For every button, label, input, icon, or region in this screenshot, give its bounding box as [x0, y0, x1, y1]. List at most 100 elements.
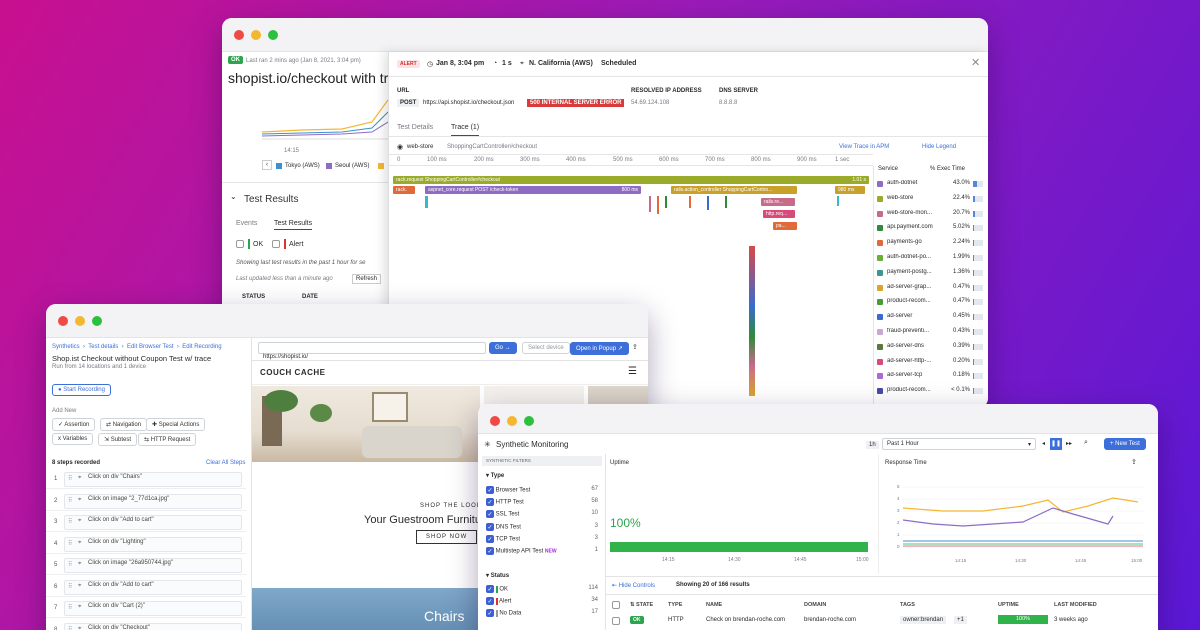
- alert-filter-checkbox[interactable]: [272, 240, 280, 248]
- span-rails[interactable]: rails.action_controller ShoppingCartCont…: [671, 186, 797, 194]
- span-rails-render[interactable]: rails.re...: [761, 198, 795, 206]
- type-filter[interactable]: TCP Test 3: [486, 534, 598, 547]
- filter-checkbox[interactable]: [486, 522, 494, 531]
- export-icon[interactable]: ⇪: [1131, 458, 1137, 466]
- hero-image[interactable]: [252, 386, 480, 462]
- tab-test-details[interactable]: Test Details: [397, 124, 433, 131]
- recorded-step[interactable]: 5 ⠿ ⌖ Click on image "26a950744.jpg": [46, 556, 246, 575]
- row-name[interactable]: Check on brendan-roche.com: [706, 617, 785, 623]
- breadcrumb-item[interactable]: Test details: [88, 344, 118, 350]
- filter-checkbox[interactable]: [486, 547, 494, 555]
- type-filter[interactable]: DNS Test 3: [486, 522, 598, 535]
- drag-handle-icon[interactable]: ⠿: [68, 583, 72, 590]
- maximize-window-icon[interactable]: [268, 30, 278, 40]
- maximize-window-icon[interactable]: [524, 416, 534, 426]
- service-row[interactable]: web-store 22.4%: [874, 193, 986, 207]
- service-row[interactable]: auth-dotnet 43.0%: [874, 178, 986, 192]
- minimize-window-icon[interactable]: [75, 316, 85, 326]
- status-filter[interactable]: OK 114: [486, 585, 598, 597]
- span-stack[interactable]: [749, 246, 755, 396]
- step-forward-icon[interactable]: ▸▸: [1066, 440, 1072, 447]
- close-window-icon[interactable]: [490, 416, 500, 426]
- hide-legend-link[interactable]: Hide Legend: [922, 144, 956, 150]
- span-small[interactable]: [425, 196, 428, 208]
- service-row[interactable]: ad-server-grap... 0.47%: [874, 282, 986, 296]
- drag-handle-icon[interactable]: ⠿: [68, 604, 72, 611]
- recorded-step[interactable]: 4 ⠿ ⌖ Click on div "Lighting": [46, 535, 246, 554]
- col-sort-icon[interactable]: ⇅: [630, 602, 635, 608]
- recorded-step[interactable]: 3 ⠿ ⌖ Click on div "Add to cart": [46, 513, 246, 532]
- close-window-icon[interactable]: [234, 30, 244, 40]
- ok-filter-checkbox[interactable]: [236, 240, 244, 248]
- drag-handle-icon[interactable]: ⠿: [68, 497, 72, 504]
- tab-events[interactable]: Events: [236, 220, 257, 227]
- drag-handle-icon[interactable]: ⠿: [68, 561, 72, 568]
- variables-button[interactable]: x Variables: [52, 433, 94, 445]
- uptime-bar[interactable]: [610, 542, 868, 552]
- span-small[interactable]: [665, 196, 667, 208]
- shop-now-button[interactable]: SHOP NOW: [416, 530, 478, 544]
- minimize-window-icon[interactable]: [251, 30, 261, 40]
- service-row[interactable]: product-recom... < 0.1%: [874, 385, 986, 399]
- view-trace-link[interactable]: View Trace in APM: [839, 144, 889, 150]
- recorded-step[interactable]: 8 ⠿ ⌖ Click on div "Checkout": [46, 621, 246, 630]
- row-tag[interactable]: owner:brendan: [900, 616, 947, 624]
- breadcrumb-item[interactable]: Edit Browser Test: [127, 344, 174, 350]
- time-short[interactable]: 1h: [866, 441, 879, 449]
- navigation-button[interactable]: ⇄ Navigation: [100, 418, 148, 431]
- type-header[interactable]: ▾ Type: [486, 472, 504, 479]
- type-filter[interactable]: Multistep API Test NEW 1: [486, 547, 598, 559]
- span-small[interactable]: [689, 196, 691, 208]
- service-row[interactable]: ad-server-http-... 0.20%: [874, 356, 986, 370]
- service-row[interactable]: product-recom... 0.47%: [874, 296, 986, 310]
- filter-checkbox[interactable]: [486, 585, 494, 593]
- select-all-checkbox[interactable]: [612, 601, 620, 609]
- time-range-select[interactable]: Past 1 Hour ▾: [882, 438, 1036, 450]
- breadcrumb-item[interactable]: Edit Recording: [182, 344, 221, 350]
- status-header[interactable]: ▾ Status: [486, 572, 509, 579]
- drag-handle-icon[interactable]: ⠿: [68, 475, 72, 482]
- service-row[interactable]: api.payment.com 5.02%: [874, 222, 986, 236]
- span-small[interactable]: [649, 196, 651, 212]
- clear-all-link[interactable]: Clear All Steps: [206, 460, 245, 466]
- span-small[interactable]: [837, 196, 839, 206]
- tab-test-results[interactable]: Test Results: [274, 220, 313, 230]
- span-rack[interactable]: rack.: [393, 186, 415, 194]
- recorded-step[interactable]: 1 ⠿ ⌖ Click on div "Chairs": [46, 470, 246, 489]
- row-checkbox[interactable]: [612, 617, 620, 625]
- hide-controls-link[interactable]: ⇤ Hide Controls: [612, 582, 655, 589]
- type-filter[interactable]: HTTP Test 58: [486, 498, 598, 510]
- drag-handle-icon[interactable]: ⠿: [68, 518, 72, 525]
- col-tags[interactable]: TAGS: [900, 602, 915, 608]
- filter-checkbox[interactable]: [486, 609, 494, 618]
- new-test-button[interactable]: + New Test: [1104, 438, 1146, 450]
- step-back-icon[interactable]: ◂: [1042, 440, 1045, 447]
- service-header[interactable]: Service: [878, 166, 898, 172]
- brand-logo[interactable]: COUCH CACHE: [260, 368, 326, 377]
- span-small[interactable]: [657, 196, 659, 214]
- legend-seoul[interactable]: Seoul (AWS): [335, 163, 369, 169]
- col-state[interactable]: STATE: [636, 602, 653, 608]
- pause-icon[interactable]: ❚❚: [1050, 438, 1062, 450]
- type-filter[interactable]: Browser Test 67: [486, 486, 598, 498]
- service-row[interactable]: payment-postg... 1.36%: [874, 267, 986, 281]
- special-actions-button[interactable]: ✚ Special Actions: [146, 418, 206, 431]
- subtest-button[interactable]: ⇲ Subtest: [98, 433, 138, 446]
- chevron-left-icon[interactable]: ‹: [262, 160, 272, 170]
- http-request-button[interactable]: ⇆ HTTP Request: [138, 433, 197, 446]
- close-window-icon[interactable]: [58, 316, 68, 326]
- filter-checkbox[interactable]: [486, 486, 494, 494]
- start-recording-button[interactable]: ● Start Recording: [52, 384, 111, 396]
- col-domain[interactable]: DOMAIN: [804, 602, 826, 608]
- drag-handle-icon[interactable]: ⠿: [68, 540, 72, 547]
- assertion-button[interactable]: ✓ Assertion: [52, 418, 96, 431]
- span-small[interactable]: [725, 196, 727, 208]
- close-icon[interactable]: ✕: [971, 56, 980, 69]
- table-row[interactable]: OK HTTP Check on brendan-roche.com brend…: [606, 612, 1158, 628]
- row-tag-more[interactable]: +1: [954, 616, 967, 624]
- service-row[interactable]: auth-dotnet-po... 1.99%: [874, 252, 986, 266]
- breadcrumb-item[interactable]: Synthetics: [52, 344, 80, 350]
- filter-checkbox[interactable]: [486, 534, 494, 543]
- filter-checkbox[interactable]: [486, 510, 494, 519]
- col-name[interactable]: NAME: [706, 602, 722, 608]
